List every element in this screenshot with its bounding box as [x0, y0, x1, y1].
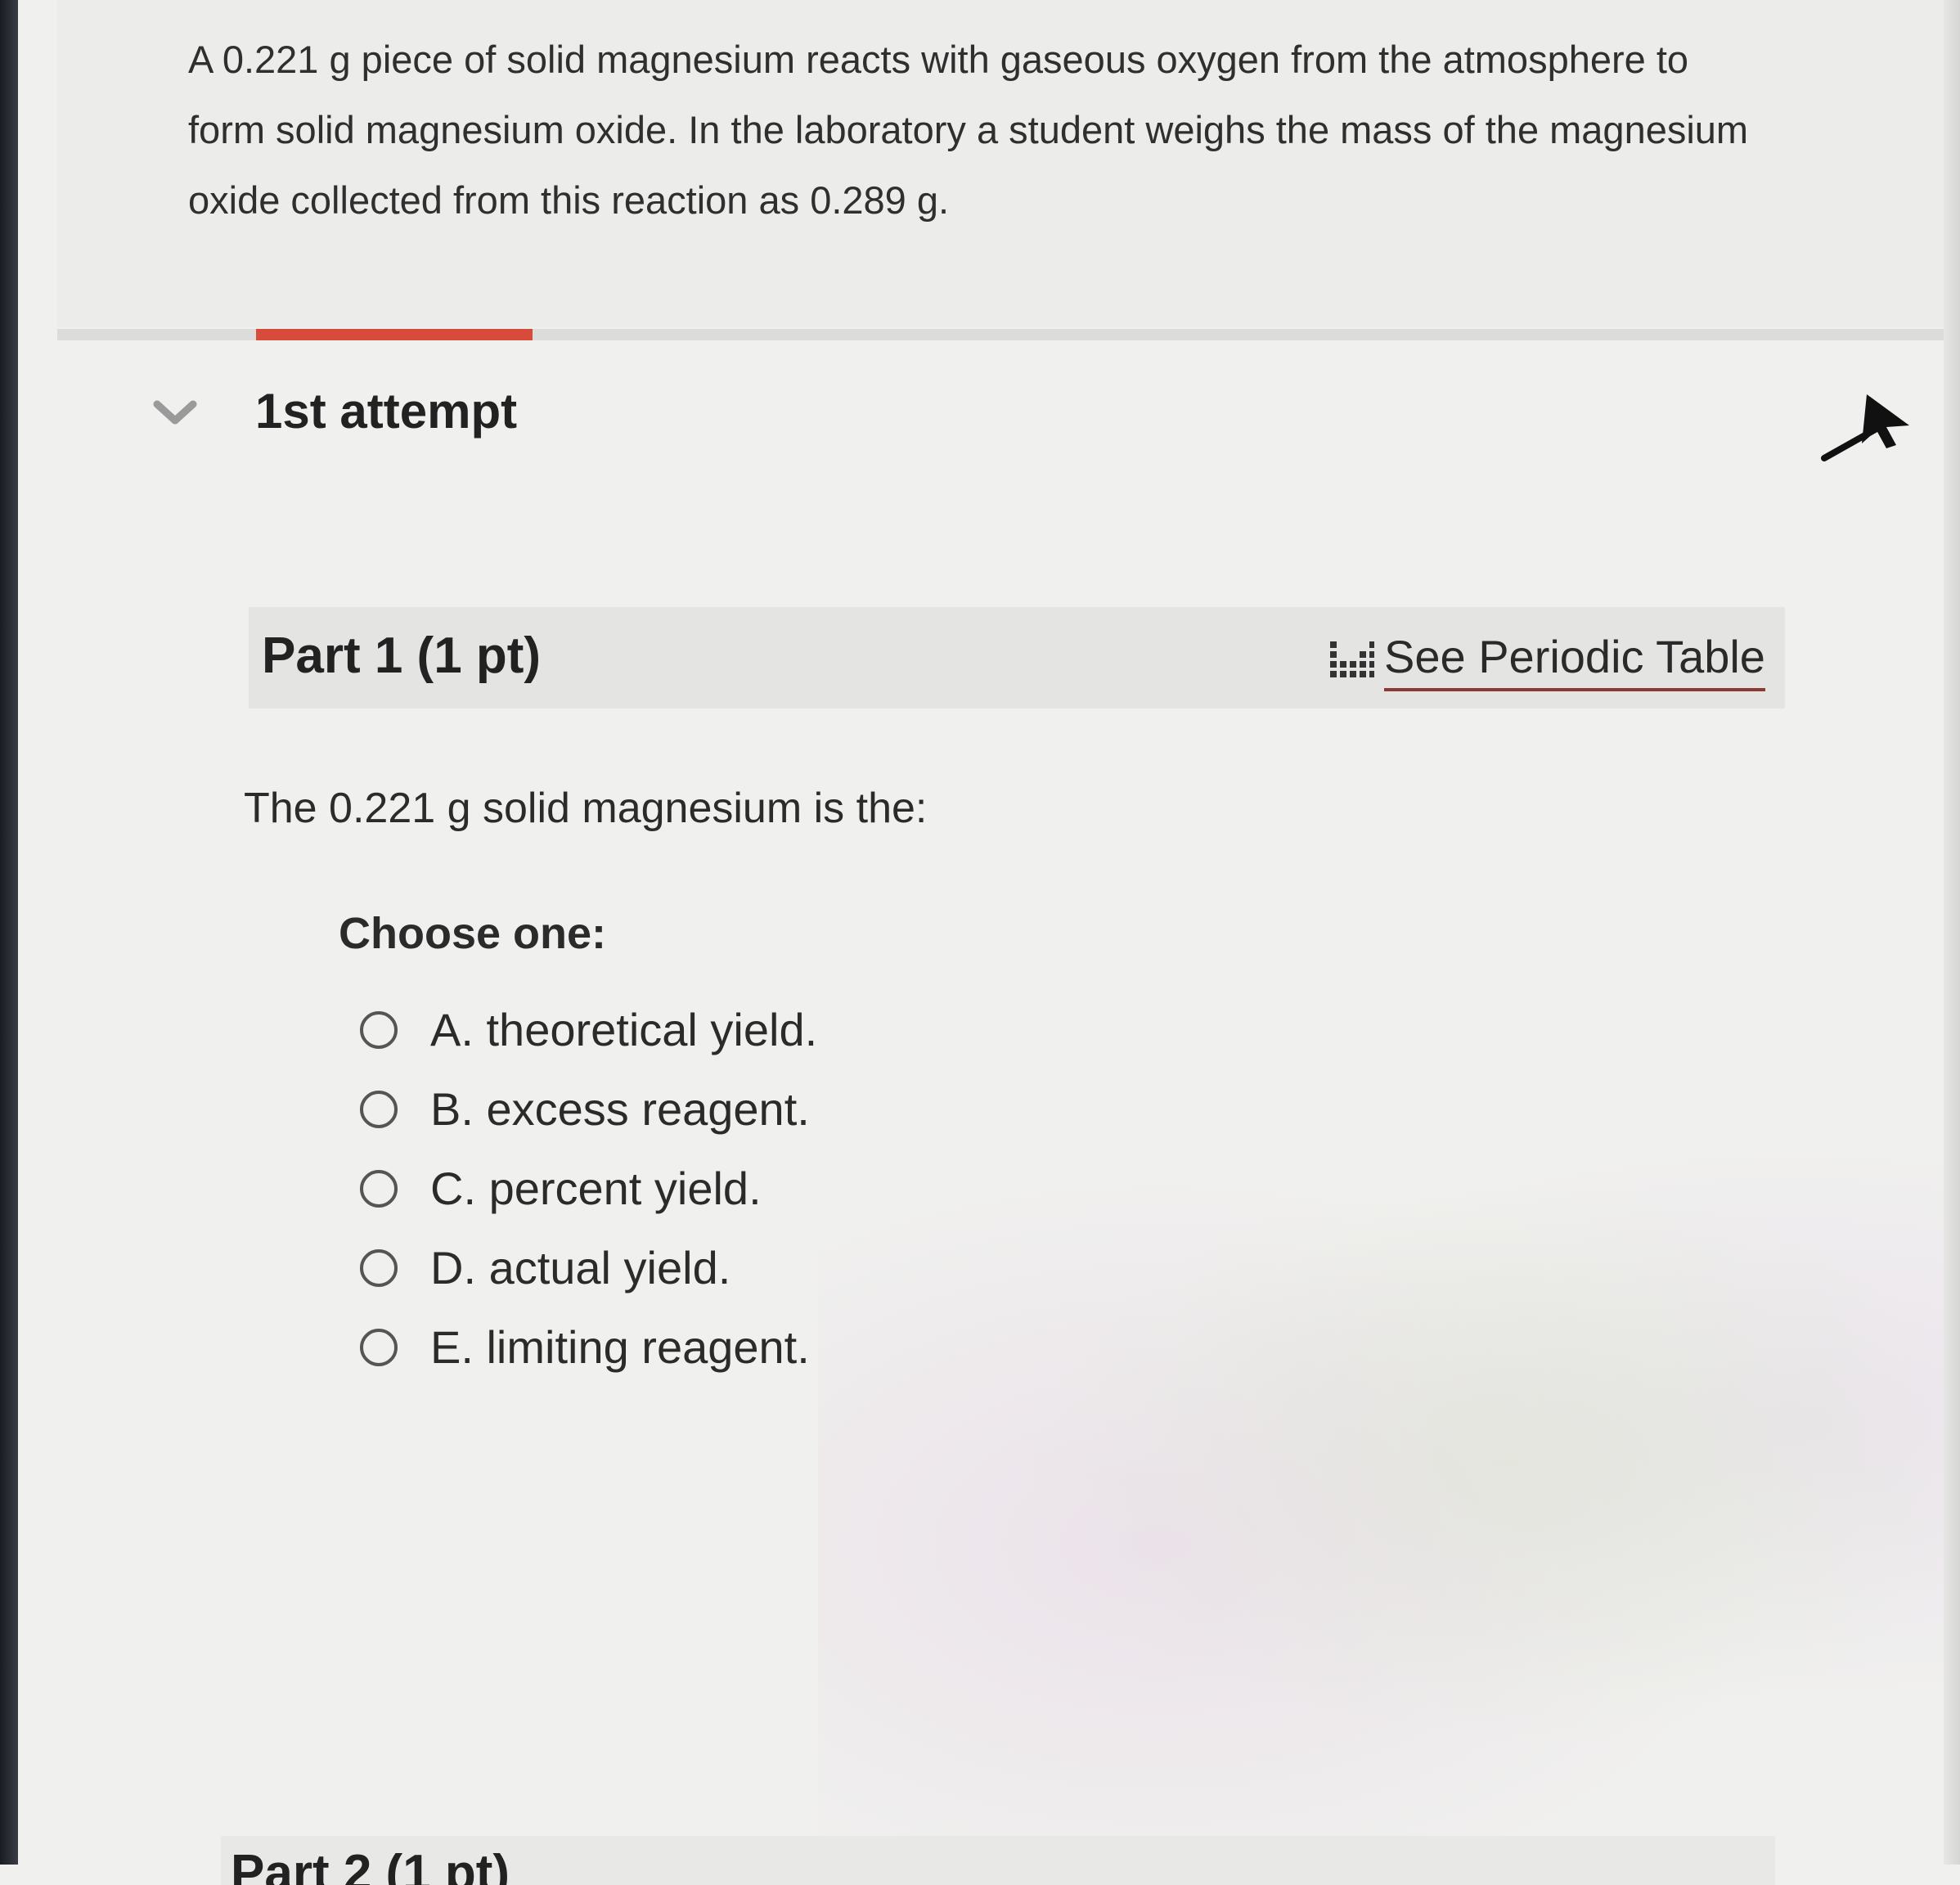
option-c[interactable]: C. percent yield. [360, 1149, 817, 1228]
problem-line-1: A 0.221 g piece of solid magnesium react… [188, 38, 1689, 81]
periodic-table-icon [1330, 641, 1374, 677]
answer-options: A. theoretical yield. B. excess reagent.… [360, 990, 817, 1387]
screen-bezel [0, 0, 18, 1865]
attempt-header: 1st attempt [57, 352, 1944, 515]
pin-icon[interactable] [1818, 389, 1916, 463]
problem-statement-panel: A 0.221 g piece of solid magnesium react… [57, 0, 1944, 327]
radio-button[interactable] [360, 1169, 398, 1208]
option-label: B. excess reagent. [430, 1083, 810, 1135]
radio-button[interactable] [360, 1328, 398, 1366]
part-2-header: Part 2 (1 pt) [221, 1836, 1775, 1885]
radio-button[interactable] [360, 1248, 398, 1287]
option-a[interactable]: A. theoretical yield. [360, 990, 817, 1069]
option-b[interactable]: B. excess reagent. [360, 1069, 817, 1149]
chevron-down-icon[interactable] [151, 396, 200, 429]
attempt-tab-indicator [256, 329, 533, 340]
problem-line-2: form solid magnesium oxide. In the labor… [188, 108, 1749, 151]
attempt-title: 1st attempt [255, 384, 518, 439]
radio-button[interactable] [360, 1010, 398, 1049]
option-label: D. actual yield. [430, 1242, 731, 1293]
screen-glare [818, 1064, 1960, 1865]
next-part-title: Part 2 (1 pt) [231, 1845, 510, 1885]
see-periodic-table-link[interactable]: See Periodic Table [1327, 630, 1765, 691]
question-prompt: The 0.221 g solid magnesium is the: [244, 785, 928, 832]
problem-line-3: oxide collected from this reaction as 0.… [188, 178, 950, 222]
part-1-header: Part 1 (1 pt) See Periodic Table [249, 607, 1785, 709]
option-label: E. limiting reagent. [430, 1321, 810, 1373]
option-label: C. percent yield. [430, 1163, 762, 1214]
option-e[interactable]: E. limiting reagent. [360, 1307, 817, 1387]
option-d[interactable]: D. actual yield. [360, 1228, 817, 1307]
part-title: Part 1 (1 pt) [262, 628, 542, 684]
radio-button[interactable] [360, 1090, 398, 1128]
periodic-table-label[interactable]: See Periodic Table [1384, 630, 1765, 691]
option-label: A. theoretical yield. [430, 1004, 818, 1055]
problem-statement: A 0.221 g piece of solid magnesium react… [188, 25, 1873, 236]
screen-edge [1944, 0, 1960, 1865]
choose-one-label: Choose one: [339, 909, 607, 958]
